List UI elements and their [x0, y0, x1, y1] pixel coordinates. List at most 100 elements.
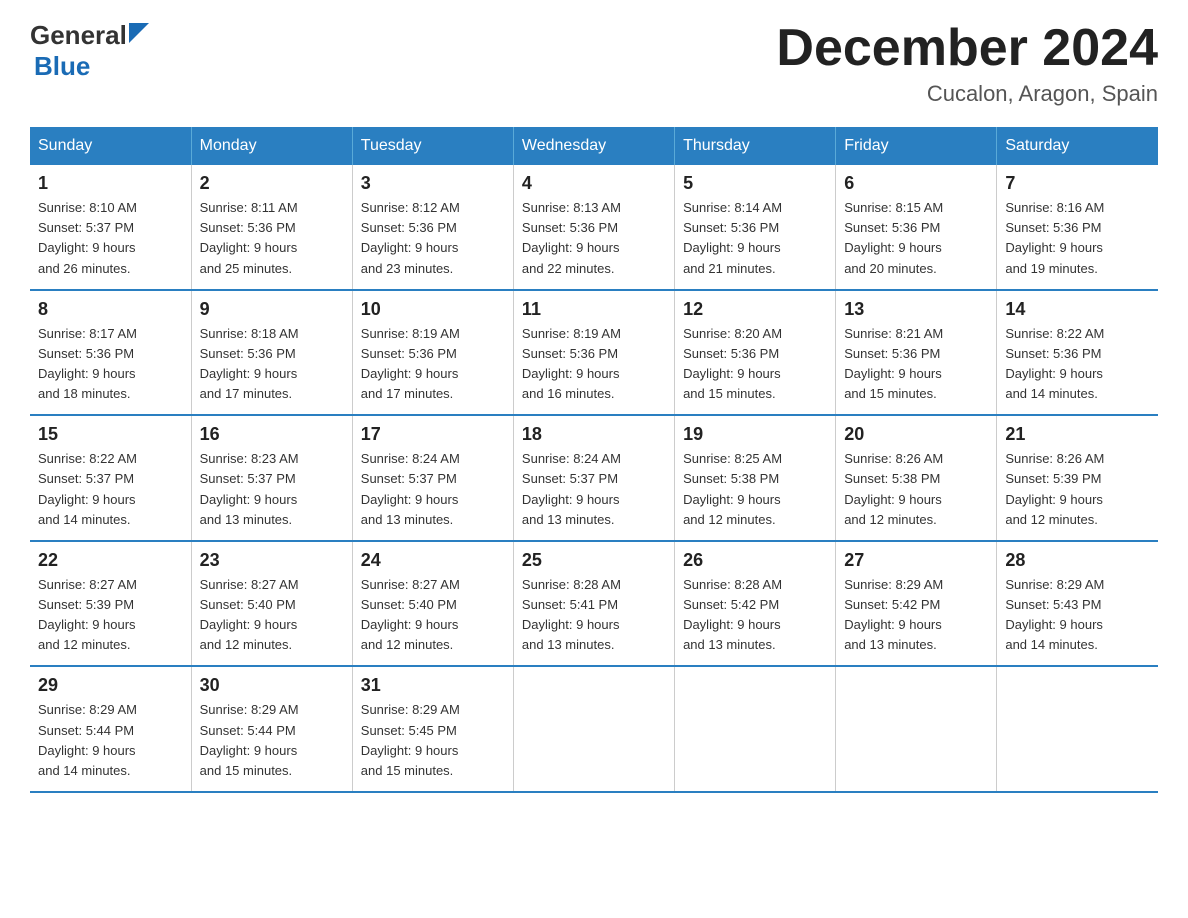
table-row: 4 Sunrise: 8:13 AM Sunset: 5:36 PM Dayli…	[513, 165, 674, 290]
table-row: 31 Sunrise: 8:29 AM Sunset: 5:45 PM Dayl…	[352, 666, 513, 792]
sunset-label: Sunset: 5:37 PM	[38, 471, 134, 486]
sunrise-label: Sunrise: 8:29 AM	[200, 702, 299, 717]
table-row	[513, 666, 674, 792]
day-info: Sunrise: 8:13 AM Sunset: 5:36 PM Dayligh…	[522, 198, 666, 279]
sunset-label: Sunset: 5:41 PM	[522, 597, 618, 612]
day-number: 18	[522, 424, 666, 445]
table-row: 11 Sunrise: 8:19 AM Sunset: 5:36 PM Dayl…	[513, 290, 674, 416]
sunrise-label: Sunrise: 8:22 AM	[1005, 326, 1104, 341]
sunrise-label: Sunrise: 8:27 AM	[38, 577, 137, 592]
table-row: 30 Sunrise: 8:29 AM Sunset: 5:44 PM Dayl…	[191, 666, 352, 792]
sunrise-label: Sunrise: 8:21 AM	[844, 326, 943, 341]
table-row: 28 Sunrise: 8:29 AM Sunset: 5:43 PM Dayl…	[997, 541, 1158, 667]
day-info: Sunrise: 8:28 AM Sunset: 5:42 PM Dayligh…	[683, 575, 827, 656]
daylight-minutes: and 19 minutes.	[1005, 261, 1098, 276]
sunset-label: Sunset: 5:36 PM	[522, 346, 618, 361]
daylight-label: Daylight: 9 hours	[200, 492, 298, 507]
daylight-minutes: and 15 minutes.	[200, 763, 293, 778]
calendar-title: December 2024	[776, 20, 1158, 77]
sunrise-label: Sunrise: 8:28 AM	[683, 577, 782, 592]
day-number: 22	[38, 550, 183, 571]
daylight-minutes: and 21 minutes.	[683, 261, 776, 276]
sunset-label: Sunset: 5:38 PM	[844, 471, 940, 486]
daylight-label: Daylight: 9 hours	[361, 743, 459, 758]
sunrise-label: Sunrise: 8:14 AM	[683, 200, 782, 215]
daylight-label: Daylight: 9 hours	[361, 617, 459, 632]
logo-blue-text: Blue	[34, 51, 90, 81]
col-thursday: Thursday	[675, 127, 836, 165]
logo-general-text: General	[30, 20, 127, 51]
day-info: Sunrise: 8:16 AM Sunset: 5:36 PM Dayligh…	[1005, 198, 1150, 279]
daylight-minutes: and 12 minutes.	[361, 637, 454, 652]
daylight-label: Daylight: 9 hours	[522, 492, 620, 507]
daylight-label: Daylight: 9 hours	[200, 743, 298, 758]
table-row: 16 Sunrise: 8:23 AM Sunset: 5:37 PM Dayl…	[191, 415, 352, 541]
day-number: 31	[361, 675, 505, 696]
daylight-label: Daylight: 9 hours	[522, 366, 620, 381]
daylight-label: Daylight: 9 hours	[1005, 492, 1103, 507]
daylight-minutes: and 12 minutes.	[200, 637, 293, 652]
sunrise-label: Sunrise: 8:25 AM	[683, 451, 782, 466]
sunrise-label: Sunrise: 8:12 AM	[361, 200, 460, 215]
table-row: 3 Sunrise: 8:12 AM Sunset: 5:36 PM Dayli…	[352, 165, 513, 290]
day-number: 8	[38, 299, 183, 320]
sunset-label: Sunset: 5:37 PM	[361, 471, 457, 486]
sunset-label: Sunset: 5:43 PM	[1005, 597, 1101, 612]
table-row: 18 Sunrise: 8:24 AM Sunset: 5:37 PM Dayl…	[513, 415, 674, 541]
day-number: 7	[1005, 173, 1150, 194]
day-info: Sunrise: 8:15 AM Sunset: 5:36 PM Dayligh…	[844, 198, 988, 279]
sunset-label: Sunset: 5:37 PM	[522, 471, 618, 486]
daylight-minutes: and 13 minutes.	[522, 512, 615, 527]
daylight-minutes: and 13 minutes.	[200, 512, 293, 527]
sunset-label: Sunset: 5:39 PM	[38, 597, 134, 612]
col-monday: Monday	[191, 127, 352, 165]
daylight-label: Daylight: 9 hours	[844, 366, 942, 381]
daylight-label: Daylight: 9 hours	[200, 240, 298, 255]
calendar-week-row: 22 Sunrise: 8:27 AM Sunset: 5:39 PM Dayl…	[30, 541, 1158, 667]
daylight-label: Daylight: 9 hours	[844, 492, 942, 507]
day-info: Sunrise: 8:29 AM Sunset: 5:44 PM Dayligh…	[200, 700, 344, 781]
day-number: 17	[361, 424, 505, 445]
day-number: 10	[361, 299, 505, 320]
day-info: Sunrise: 8:22 AM Sunset: 5:37 PM Dayligh…	[38, 449, 183, 530]
table-row: 8 Sunrise: 8:17 AM Sunset: 5:36 PM Dayli…	[30, 290, 191, 416]
sunrise-label: Sunrise: 8:24 AM	[361, 451, 460, 466]
daylight-minutes: and 14 minutes.	[38, 512, 131, 527]
col-friday: Friday	[836, 127, 997, 165]
day-info: Sunrise: 8:24 AM Sunset: 5:37 PM Dayligh…	[522, 449, 666, 530]
sunrise-label: Sunrise: 8:26 AM	[844, 451, 943, 466]
day-number: 13	[844, 299, 988, 320]
daylight-label: Daylight: 9 hours	[200, 617, 298, 632]
sunrise-label: Sunrise: 8:29 AM	[38, 702, 137, 717]
calendar-week-row: 8 Sunrise: 8:17 AM Sunset: 5:36 PM Dayli…	[30, 290, 1158, 416]
day-info: Sunrise: 8:14 AM Sunset: 5:36 PM Dayligh…	[683, 198, 827, 279]
day-number: 1	[38, 173, 183, 194]
table-row: 19 Sunrise: 8:25 AM Sunset: 5:38 PM Dayl…	[675, 415, 836, 541]
table-row: 22 Sunrise: 8:27 AM Sunset: 5:39 PM Dayl…	[30, 541, 191, 667]
sunset-label: Sunset: 5:40 PM	[200, 597, 296, 612]
day-number: 29	[38, 675, 183, 696]
daylight-minutes: and 15 minutes.	[361, 763, 454, 778]
sunset-label: Sunset: 5:39 PM	[1005, 471, 1101, 486]
sunset-label: Sunset: 5:36 PM	[361, 346, 457, 361]
sunset-label: Sunset: 5:42 PM	[683, 597, 779, 612]
day-info: Sunrise: 8:28 AM Sunset: 5:41 PM Dayligh…	[522, 575, 666, 656]
daylight-minutes: and 22 minutes.	[522, 261, 615, 276]
logo: General Blue	[30, 20, 149, 82]
table-row: 25 Sunrise: 8:28 AM Sunset: 5:41 PM Dayl…	[513, 541, 674, 667]
sunrise-label: Sunrise: 8:26 AM	[1005, 451, 1104, 466]
day-info: Sunrise: 8:19 AM Sunset: 5:36 PM Dayligh…	[361, 324, 505, 405]
day-info: Sunrise: 8:17 AM Sunset: 5:36 PM Dayligh…	[38, 324, 183, 405]
daylight-minutes: and 13 minutes.	[844, 637, 937, 652]
day-number: 5	[683, 173, 827, 194]
sunrise-label: Sunrise: 8:19 AM	[361, 326, 460, 341]
daylight-minutes: and 14 minutes.	[1005, 637, 1098, 652]
daylight-minutes: and 23 minutes.	[361, 261, 454, 276]
sunset-label: Sunset: 5:37 PM	[200, 471, 296, 486]
day-info: Sunrise: 8:27 AM Sunset: 5:39 PM Dayligh…	[38, 575, 183, 656]
calendar-location: Cucalon, Aragon, Spain	[776, 81, 1158, 107]
day-info: Sunrise: 8:25 AM Sunset: 5:38 PM Dayligh…	[683, 449, 827, 530]
day-info: Sunrise: 8:20 AM Sunset: 5:36 PM Dayligh…	[683, 324, 827, 405]
table-row	[997, 666, 1158, 792]
day-number: 16	[200, 424, 344, 445]
